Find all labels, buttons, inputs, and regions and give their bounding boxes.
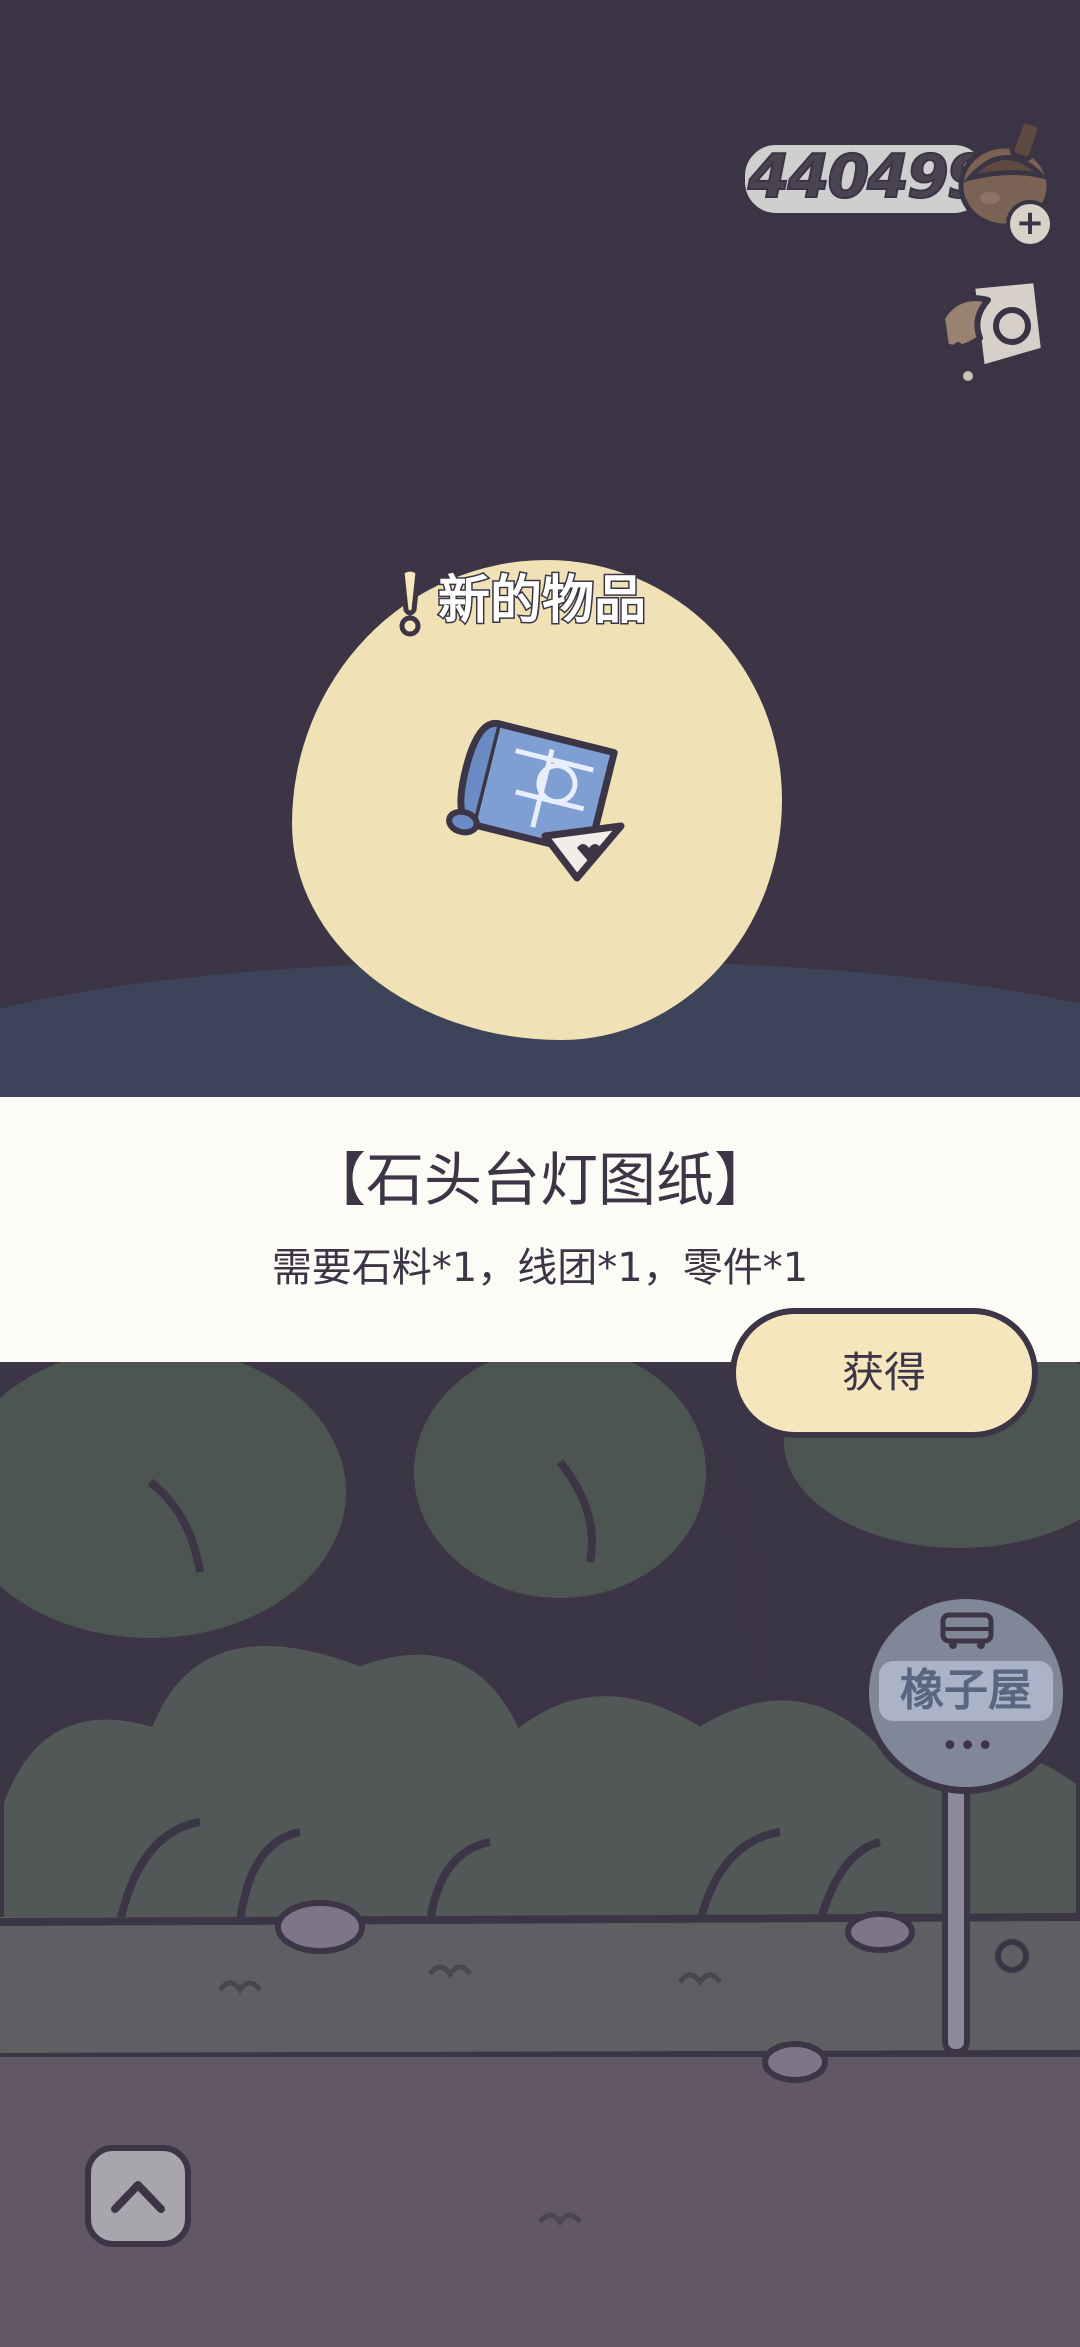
plus-icon: + [1015,203,1045,243]
get-button[interactable]: 获得 [730,1308,1038,1438]
bus-stop-sign[interactable]: 橡子屋 ••• [862,1592,1070,1794]
bus-stop-dots: ••• [941,1729,995,1764]
new-item-label: 新的物品 [436,570,647,633]
expand-menu-button[interactable] [85,2145,191,2247]
bus-icon [940,1612,994,1649]
bus-map-icon[interactable] [932,272,1052,384]
item-title: 【石头台灯图纸】 [307,1146,772,1214]
bus-stop-name: 橡子屋 [900,1665,1032,1716]
blueprint-scroll-icon [446,720,625,882]
item-requirement: 需要石料*1，线团*1，零件*1 [271,1245,809,1291]
add-currency-button[interactable]: + [1006,200,1054,248]
exclamation-icon [399,566,421,637]
currency-amount: 440499 [747,142,990,212]
chevron-up-icon [111,2181,165,2213]
